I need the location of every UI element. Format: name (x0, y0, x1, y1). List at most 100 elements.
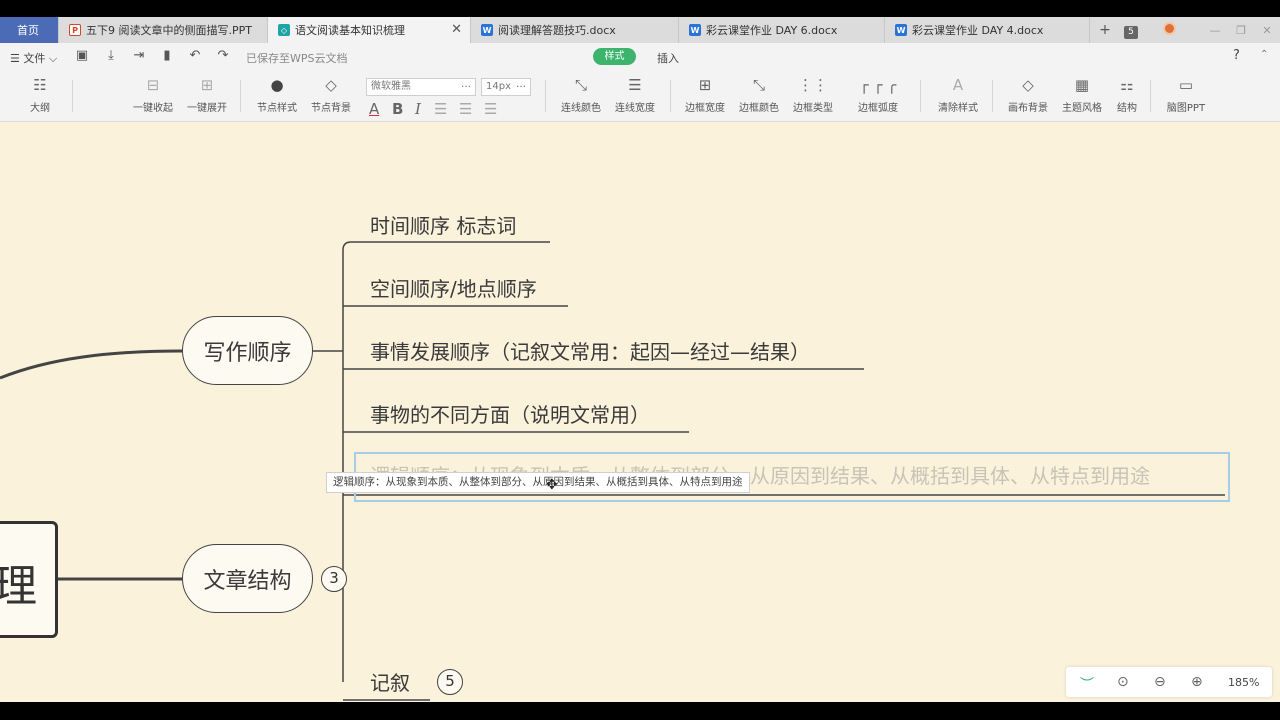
redo-icon[interactable]: ↷ (216, 49, 230, 63)
collapse-ribbon-icon[interactable]: ⌃ (1260, 49, 1268, 60)
divider (545, 80, 546, 112)
node-aspect-order[interactable]: 事物的不同方面（说明文常用） (370, 403, 650, 427)
close-window-icon[interactable]: ✕ (1254, 24, 1280, 37)
undo-icon[interactable]: ↶ (188, 49, 202, 63)
structure-icon: ⚏ (1120, 76, 1134, 94)
close-icon[interactable]: ✕ (451, 22, 462, 37)
node-bg-button[interactable]: ◇ 节点背景 (310, 74, 352, 114)
border-width-button[interactable]: ⊞ 边框宽度 (684, 74, 726, 114)
node-label: 文章结构 (203, 568, 292, 594)
add-tab-button[interactable]: + (1092, 22, 1118, 38)
tab-doc-2[interactable]: W 彩云课堂作业 DAY 6.docx (679, 17, 885, 43)
mindmap-icon: ◇ (278, 24, 290, 36)
border-type-icon: ⋮⋮ (798, 76, 828, 94)
locate-icon[interactable]: ⊙ (1117, 674, 1129, 690)
align-center-icon[interactable]: ☰ (459, 100, 472, 118)
border-radius-button[interactable]: ┌ ┌ ╭ 边框弧度 (848, 74, 908, 114)
save-status: 已保存至WPS云文档 (246, 52, 348, 65)
font-size-select[interactable]: 14px… (481, 78, 531, 96)
outline-button[interactable]: ☷ 大纲 (26, 74, 54, 114)
word-icon: W (481, 24, 493, 36)
line-width-icon: ☰ (628, 76, 642, 94)
align-right-icon[interactable]: ☰ (484, 100, 497, 118)
zoom-in-icon[interactable]: ⊕ (1191, 674, 1203, 690)
node-narrative[interactable]: 记叙 (370, 671, 410, 695)
share-icon[interactable]: ⇥ (132, 49, 146, 63)
move-cursor-icon: ✥ (546, 477, 558, 493)
fill-bucket-icon: ◇ (325, 76, 337, 94)
font-name-select[interactable]: 微软雅黑… (366, 78, 476, 96)
expand-icon: ⊞ (200, 76, 214, 94)
format-painter-icon[interactable]: ▮ (160, 49, 174, 63)
word-icon: W (689, 24, 701, 36)
tab-style[interactable]: 样式 (593, 48, 636, 65)
border-color-icon: ⤡ (752, 76, 765, 94)
zoom-out-icon[interactable]: ⊖ (1154, 674, 1166, 690)
border-type-button[interactable]: ⋮⋮ 边框类型 (792, 74, 834, 114)
border-radius-label: 边框弧度 (858, 103, 898, 114)
restore-icon[interactable]: ❐ (1228, 24, 1254, 37)
structure-button[interactable]: ⚏ 结构 (1115, 74, 1139, 114)
divider (1150, 80, 1151, 112)
menu-row: ☰ 文件 ⌵ ▣ ⤓ ⇥ ▮ ↶ ↷ 已保存至WPS云文档 样式 插入 ? ⌃ (0, 43, 1280, 70)
eye-icon[interactable]: ︶ (1080, 674, 1094, 694)
presentation-icon: ▭ (1178, 76, 1194, 94)
node-event-order[interactable]: 事情发展顺序（记叙文常用：起因—经过—结果） (370, 340, 810, 364)
border-width-icon: ⊞ (698, 76, 712, 94)
node-writing-order[interactable]: 写作顺序 (182, 316, 313, 385)
node-label: 写作顺序 (203, 340, 292, 366)
line-color-button[interactable]: ⤡ 连线颜色 (560, 74, 602, 114)
tab-doc-1[interactable]: W 阅读理解答题技巧.docx (471, 17, 679, 43)
avatar[interactable] (1156, 21, 1182, 39)
structure-label: 结构 (1117, 103, 1137, 114)
node-style-button[interactable]: ● 节点样式 (256, 74, 298, 114)
align-left-icon[interactable]: ☰ (434, 100, 447, 118)
mindmap-canvas[interactable]: 时间顺序 标志词 空间顺序/地点顺序 事情发展顺序（记叙文常用：起因—经过—结果… (0, 122, 1280, 702)
tab-ppt[interactable]: P 五下9 阅读文章中的侧面描写.PPT (59, 17, 268, 43)
expand-all-button[interactable]: ⊞ 一键展开 (186, 74, 228, 114)
help-icon[interactable]: ? (1233, 48, 1240, 63)
border-color-label: 边框颜色 (739, 103, 779, 114)
app-window: 首页 P 五下9 阅读文章中的侧面描写.PPT ◇ 语文阅读基本知识梳理 ✕ W… (0, 0, 1280, 720)
mindmap-ppt-button[interactable]: ▭ 脑图PPT (1164, 74, 1208, 114)
line-width-button[interactable]: ☰ 连线宽度 (614, 74, 656, 114)
tab-count-button[interactable]: 5 (1118, 22, 1144, 39)
theme-icon: ▦ (1074, 76, 1090, 94)
tab-insert[interactable]: 插入 (657, 50, 679, 66)
font-color-icon[interactable]: A (369, 100, 379, 118)
export-icon[interactable]: ⤓ (104, 49, 118, 63)
clear-style-button[interactable]: A 清除样式 (937, 74, 979, 114)
root-node-label: 理 (0, 561, 37, 612)
tab-mindmap[interactable]: ◇ 语文阅读基本知识梳理 ✕ (268, 17, 471, 43)
minimize-icon[interactable]: — (1202, 24, 1228, 37)
node-time-order[interactable]: 时间顺序 标志词 (370, 214, 516, 238)
zoom-level[interactable]: 185% (1228, 676, 1259, 689)
save-icon[interactable]: ▣ (75, 49, 89, 63)
node-space-order[interactable]: 空间顺序/地点顺序 (370, 277, 537, 301)
bottom-bar (0, 702, 1280, 720)
file-menu[interactable]: ☰ 文件 ⌵ (10, 50, 57, 66)
tab-home[interactable]: 首页 (0, 17, 59, 43)
italic-button[interactable]: I (415, 100, 421, 118)
theme-button[interactable]: ▦ 主题风格 (1061, 74, 1103, 114)
bold-button[interactable]: B (392, 100, 403, 118)
collapsed-count-badge[interactable]: 5 (437, 669, 463, 695)
tab-doc-3[interactable]: W 彩云课堂作业 DAY 4.docx (885, 17, 1090, 43)
canvas-bg-button[interactable]: ◇ 画布背景 (1007, 74, 1049, 114)
tab-label: 阅读理解答题技巧.docx (498, 24, 616, 37)
mindmap-ppt-label: 脑图PPT (1166, 103, 1206, 114)
fill-bucket-icon: ◇ (1022, 76, 1034, 94)
border-color-button[interactable]: ⤡ 边框颜色 (738, 74, 780, 114)
clear-style-label: 清除样式 (938, 103, 978, 114)
font-size-value: 14px (486, 81, 511, 92)
collapse-all-button[interactable]: ⊟ 一键收起 (132, 74, 174, 114)
zoom-bar: ︶ ⊙ ⊖ ⊕ 185% (1066, 667, 1272, 697)
root-node[interactable]: 理 (0, 521, 58, 638)
line-color-label: 连线颜色 (561, 103, 601, 114)
outline-icon: ☷ (33, 76, 47, 94)
node-tooltip: 逻辑顺序：从现象到本质、从整体到部分、从原因到结果、从概括到具体、从特点到用途 (326, 472, 750, 493)
collapsed-count-badge[interactable]: 3 (321, 566, 347, 592)
border-radius-icon: ┌ ┌ ╭ (859, 76, 897, 94)
tab-bar: 首页 P 五下9 阅读文章中的侧面描写.PPT ◇ 语文阅读基本知识梳理 ✕ W… (0, 17, 1280, 43)
node-article-structure[interactable]: 文章结构 (182, 544, 313, 613)
